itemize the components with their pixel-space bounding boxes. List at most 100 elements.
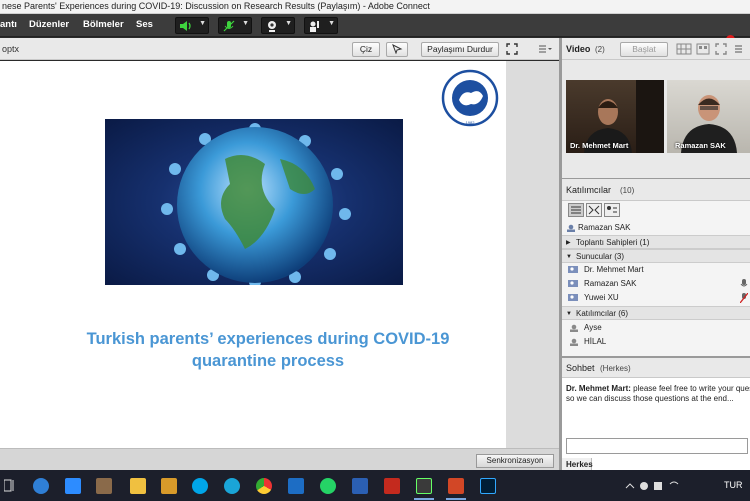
slide-title: Turkish parents’ experiences during COVI… <box>60 328 476 372</box>
participant-name: HİLAL <box>584 337 607 346</box>
whatsapp-icon[interactable] <box>320 478 336 494</box>
pointer-button[interactable] <box>386 42 408 57</box>
video-pod-title: Video <box>566 44 591 54</box>
attendees-count: (10) <box>620 186 635 195</box>
user-icon <box>570 324 578 332</box>
photoshop-icon[interactable] <box>480 478 496 494</box>
draw-button[interactable]: Çiz <box>352 42 380 57</box>
system-tray-icons[interactable] <box>624 480 684 492</box>
presenter-name: Ramazan SAK <box>584 279 637 288</box>
current-user-row[interactable]: Ramazan SAK <box>562 221 750 235</box>
chevron-right-icon: ▶ <box>566 240 571 246</box>
section-presenters[interactable]: ▼ Sunucular (3) <box>562 249 750 263</box>
presenter-icon <box>568 280 578 287</box>
chevron-down-icon: ▼ <box>566 254 572 260</box>
folder-icon[interactable] <box>161 478 177 494</box>
section-hosts-label: Toplantı Sahipleri (1) <box>576 238 650 247</box>
menu-audio[interactable]: Ses <box>136 19 153 30</box>
pointer-icon <box>392 43 403 55</box>
fullscreen-icon[interactable] <box>506 43 518 55</box>
slide-margin <box>506 61 559 448</box>
window-title: nese Parents' Experiences during COVID-1… <box>2 1 430 11</box>
webcam-button[interactable]: ▼ <box>261 17 295 34</box>
video-feed-name-1: Dr. Mehmet Mart <box>570 141 629 150</box>
speaker-button[interactable]: ▼ <box>175 17 209 34</box>
chrome-icon[interactable] <box>256 478 272 494</box>
acrobat-icon[interactable] <box>384 478 400 494</box>
chevron-down-icon: ▼ <box>566 311 572 317</box>
task-view-icon[interactable] <box>4 479 16 492</box>
chat-input[interactable] <box>566 438 748 454</box>
webcam-icon <box>268 21 276 32</box>
microphone-icon <box>740 279 748 287</box>
powerpoint-icon[interactable] <box>448 478 464 494</box>
video-pod-header: Video (2) Başlat <box>562 38 750 60</box>
speaker-icon <box>180 21 191 31</box>
shared-file-name: optx <box>2 44 20 54</box>
zoom-icon[interactable] <box>65 478 81 494</box>
presenter-row[interactable]: Ramazan SAK <box>562 277 750 291</box>
participant-name: Ayse <box>584 323 602 332</box>
share-pod-header: optx Çiz Paylaşımı Durdur <box>0 38 559 60</box>
active-app-indicator <box>414 498 434 500</box>
language-indicator[interactable]: TUR <box>724 480 743 490</box>
coronavirus-globe-image <box>105 119 403 285</box>
fullscreen-icon[interactable] <box>715 43 727 55</box>
chat-message-text-continued: so we can discuss those questions at the… <box>566 394 734 403</box>
edge-icon[interactable] <box>224 478 240 494</box>
breakout-view-icon[interactable] <box>586 203 602 217</box>
menu-pods[interactable]: Bölmeler <box>83 19 124 30</box>
menu-bar: antı Düzenler Bölmeler Ses ▼ ▼ ▼ ▼ <box>0 14 750 44</box>
start-webcam-button[interactable]: Başlat <box>620 42 668 57</box>
raise-hand-icon <box>310 21 319 32</box>
current-user-name: Ramazan SAK <box>578 223 631 232</box>
participant-row[interactable]: HİLAL <box>562 335 750 349</box>
video-feed-1[interactable]: Dr. Mehmet Mart <box>566 80 664 153</box>
sync-button[interactable]: Senkronizasyon <box>476 454 554 468</box>
participant-row[interactable]: Ayse <box>562 321 750 335</box>
filmstrip-view-icon[interactable] <box>696 43 710 55</box>
chevron-down-icon: ▼ <box>199 20 206 27</box>
chat-pod-title: Sohbet <box>566 363 595 373</box>
app-icon-brown[interactable] <box>96 478 112 494</box>
menu-meeting[interactable]: antı <box>0 19 17 30</box>
outlook-icon[interactable] <box>288 478 304 494</box>
presenter-row[interactable]: Yuwei XU <box>562 291 750 305</box>
adobe-connect-icon[interactable] <box>416 478 432 494</box>
attendees-pod-header: Katılımcılar (10) <box>562 179 750 201</box>
presenter-row[interactable]: Dr. Mehmet Mart <box>562 263 750 277</box>
file-explorer-icon[interactable] <box>130 478 146 494</box>
video-feed-name-2: Ramazan SAK <box>675 141 726 150</box>
pod-menu-icon[interactable] <box>538 44 552 54</box>
attendee-view-toolbar <box>566 201 626 219</box>
chevron-down-icon: ▼ <box>285 20 292 27</box>
list-view-icon[interactable] <box>568 203 584 217</box>
menu-layouts[interactable]: Düzenler <box>29 19 69 30</box>
status-view-icon[interactable] <box>604 203 620 217</box>
chat-pod-header: Sohbet (Herkes) <box>562 358 750 378</box>
microphone-muted-icon <box>223 20 235 32</box>
user-icon <box>567 224 575 232</box>
presenter-icon <box>568 266 578 273</box>
section-participants[interactable]: ▼ Katılımcılar (6) <box>562 306 750 320</box>
slide-title-line-2: quarantine process <box>191 352 345 370</box>
presenter-name: Yuwei XU <box>584 293 619 302</box>
section-presenters-label: Sunucular (3) <box>576 252 625 261</box>
university-logo: 1982 <box>441 69 499 127</box>
app-icon-blue[interactable] <box>33 478 49 494</box>
skype-icon[interactable] <box>192 478 208 494</box>
video-count: (2) <box>595 45 605 54</box>
grid-view-icon[interactable] <box>676 43 692 55</box>
section-hosts[interactable]: ▶ Toplantı Sahipleri (1) <box>562 235 750 249</box>
microphone-button[interactable]: ▼ <box>218 17 252 34</box>
word-icon[interactable] <box>352 478 368 494</box>
chevron-down-icon: ▼ <box>242 20 249 27</box>
pod-menu-icon[interactable] <box>734 44 748 54</box>
section-participants-label: Katılımcılar (6) <box>576 309 629 318</box>
attendees-pod: Katılımcılar (10) Ramazan SAK ▶ Toplantı… <box>562 178 750 356</box>
presenter-name: Dr. Mehmet Mart <box>584 265 644 274</box>
raise-hand-button[interactable]: ▼ <box>304 17 338 34</box>
video-feed-2[interactable]: Ramazan SAK <box>667 80 750 153</box>
active-app-indicator <box>446 498 466 500</box>
stop-sharing-button[interactable]: Paylaşımı Durdur <box>421 42 499 57</box>
